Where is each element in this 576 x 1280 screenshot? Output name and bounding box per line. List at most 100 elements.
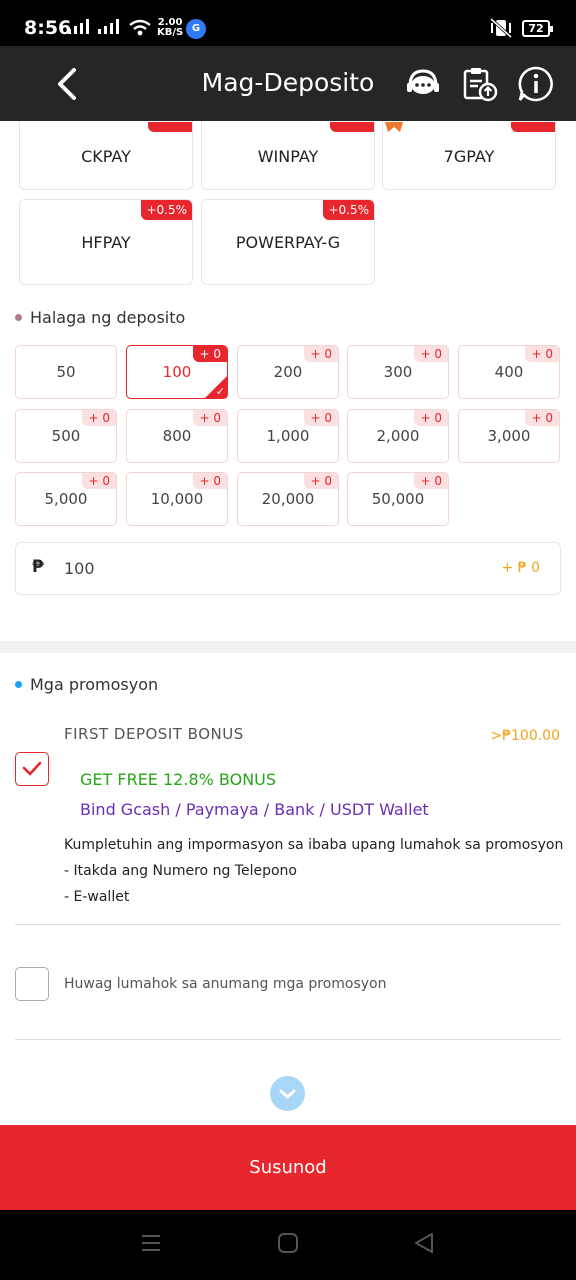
amount-option[interactable]: 20,000 + 0 (237, 472, 339, 526)
amount-bonus-tag: + 0 (82, 473, 116, 489)
check-icon (22, 761, 42, 776)
amount-option-value: 3,000 (487, 427, 531, 445)
ribbon-icon (385, 122, 403, 132)
amount-option[interactable]: 5,000 + 0 (15, 472, 117, 526)
amount-option[interactable]: 10,000 + 0 (126, 472, 228, 526)
system-nav-bar (0, 1210, 576, 1280)
expand-more-button[interactable] (270, 1076, 305, 1111)
channel-label: HFPAY (81, 233, 131, 252)
channel-label: WINPAY (257, 147, 319, 166)
amount-option-value: 20,000 (261, 490, 315, 508)
amount-option[interactable]: 400 + 0 (458, 345, 560, 399)
status-bar: 8:56 2.00 KB/S G 72 (0, 0, 576, 46)
status-time: 8:56 (24, 17, 72, 39)
channel-label: CKPAY (81, 147, 131, 166)
amount-option[interactable]: 500 + 0 (15, 409, 117, 463)
channel-hfpay[interactable]: +0.5% HFPAY (19, 199, 193, 285)
amount-option[interactable]: 200 + 0 (237, 345, 339, 399)
first-deposit-bonus-checkbox[interactable] (15, 752, 49, 786)
amount-section-title: Halaga ng deposito (15, 308, 185, 327)
currency-symbol: ₱ (32, 557, 44, 577)
channel-winpay[interactable]: WINPAY (201, 121, 375, 190)
back-icon[interactable] (413, 1232, 435, 1254)
amount-option-value: 400 (494, 363, 524, 381)
amount-option[interactable]: 3,000 + 0 (458, 409, 560, 463)
amount-bonus-tag: + 0 (414, 473, 448, 489)
amount-section-label: Halaga ng deposito (30, 308, 186, 327)
next-button[interactable]: Susunod (0, 1125, 576, 1210)
bullet-dot (15, 681, 22, 688)
amount-option-value: 50 (56, 363, 76, 381)
no-promotion-checkbox[interactable] (15, 967, 49, 1001)
amount-option[interactable]: 50,000 + 0 (347, 472, 449, 526)
amount-bonus-tag: + 0 (525, 410, 559, 426)
promotions-section-label: Mga promosyon (30, 675, 159, 694)
channel-ckpay[interactable]: CKPAY (19, 121, 193, 190)
section-divider-bar (0, 641, 576, 653)
wifi-icon (129, 19, 151, 36)
channel-bonus-tag: +0.5% (323, 200, 374, 220)
chevron-down-icon (279, 1089, 296, 1099)
channel-powerpay-g[interactable]: +0.5% POWERPAY-G (201, 199, 375, 285)
channel-tag (511, 122, 555, 132)
promotions-section-title: Mga promosyon (15, 675, 158, 694)
amount-option-value: 800 (162, 427, 192, 445)
amount-option[interactable]: 1,000 + 0 (237, 409, 339, 463)
amount-bonus-tag: + 0 (304, 346, 338, 362)
info-icon[interactable] (516, 64, 556, 104)
network-speed: 2.00 KB/S (157, 18, 183, 38)
amount-bonus-tag: + 0 (304, 473, 338, 489)
amount-option-value: 50,000 (371, 490, 425, 508)
app-notification-icon: G (186, 19, 206, 39)
amount-option-value: 500 (51, 427, 81, 445)
amount-input[interactable]: ₱ 100 + ₱ 0 (15, 542, 561, 595)
channel-bonus-tag: +0.5% (141, 200, 192, 220)
customer-service-icon[interactable] (403, 64, 443, 104)
signal-icon (68, 19, 89, 34)
deposit-content: CKPAY WINPAY 7GPAY +0.5% HFPAY +0.5% POW… (0, 121, 576, 1125)
recent-apps-icon[interactable] (140, 1232, 162, 1254)
home-icon[interactable] (277, 1232, 299, 1254)
promo-subline: Bind Gcash / Paymaya / Bank / USDT Walle… (80, 800, 429, 819)
bonus-preview: + ₱ 0 (501, 560, 540, 576)
bullet-dot (15, 314, 22, 321)
promo-headline: GET FREE 12.8% BONUS (80, 770, 277, 789)
amount-option-value: 200 (273, 363, 303, 381)
amount-input-value: 100 (64, 559, 95, 578)
amount-bonus-tag: + 0 (525, 346, 559, 362)
deposit-record-icon[interactable] (460, 64, 500, 104)
channel-tag (148, 122, 192, 132)
amount-bonus-tag: + 0 (414, 410, 448, 426)
amount-option-value: 2,000 (376, 427, 420, 445)
amount-bonus-tag: + 0 (193, 410, 227, 426)
first-deposit-bonus-title: FIRST DEPOSIT BONUS (64, 725, 244, 743)
app-header: Mag-Deposito (0, 46, 576, 121)
amount-option[interactable]: 50 (15, 345, 117, 399)
no-promotion-label: Huwag lumahok sa anumang mga promosyon (64, 976, 387, 992)
amount-option[interactable]: 2,000 + 0 (347, 409, 449, 463)
amount-bonus-tag: + 0 (414, 346, 448, 362)
amount-bonus-tag: + 0 (193, 346, 227, 362)
amount-bonus-tag: + 0 (82, 410, 116, 426)
channel-tag (330, 122, 374, 132)
first-deposit-bonus-amount: >₱100.00 (490, 728, 560, 744)
amount-option-value: 5,000 (44, 490, 88, 508)
channel-label: POWERPAY-G (235, 233, 341, 252)
promo-requirement-ewallet: - E-wallet (64, 889, 130, 905)
amount-option[interactable]: 300 + 0 (347, 345, 449, 399)
amount-option-value: 300 (383, 363, 413, 381)
channel-7gpay[interactable]: 7GPAY (382, 121, 556, 190)
promo-requirement-phone: - Itakda ang Numero ng Telepono (64, 863, 297, 879)
amount-option[interactable]: 800 + 0 (126, 409, 228, 463)
check-icon: ✓ (215, 385, 225, 398)
amount-option-value: 100 (162, 363, 192, 381)
divider (15, 924, 561, 925)
channel-label: 7GPAY (443, 147, 495, 166)
speed-unit: KB/S (157, 27, 184, 38)
amount-option[interactable]: 100 + 0 ✓ (126, 345, 228, 399)
amount-bonus-tag: + 0 (304, 410, 338, 426)
promo-description: Kumpletuhin ang impormasyon sa ibaba upa… (64, 837, 564, 853)
vibrate-mute-icon (489, 17, 513, 39)
amount-option-value: 10,000 (150, 490, 204, 508)
amount-bonus-tag: + 0 (193, 473, 227, 489)
